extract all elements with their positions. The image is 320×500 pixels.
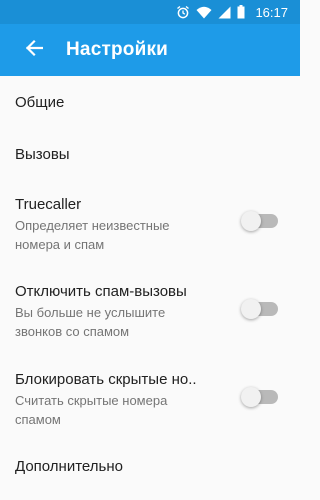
settings-item-general[interactable]: Общие bbox=[0, 94, 300, 111]
toggle-thumb bbox=[241, 387, 261, 407]
settings-item-title: Общие bbox=[15, 94, 65, 111]
truecaller-toggle[interactable] bbox=[241, 211, 278, 231]
app-bar: Настройки bbox=[0, 24, 300, 76]
settings-item-subtitle: Вы больше не услышите звонков со спамом bbox=[15, 305, 166, 339]
block-hidden-toggle[interactable] bbox=[241, 387, 278, 407]
settings-item-title: Вызовы bbox=[15, 146, 70, 163]
status-time: 16:17 bbox=[255, 4, 288, 20]
back-button[interactable] bbox=[10, 26, 58, 74]
arrow-back-icon bbox=[25, 39, 44, 62]
settings-list: Общие Вызовы Truecaller Определяет неизв… bbox=[0, 76, 300, 500]
settings-item-subtitle: Определяет неизвестные номера и спам bbox=[15, 218, 170, 252]
settings-item-subtitle: Считать скрытые номера спамом bbox=[15, 393, 168, 427]
settings-item-title: Блокировать скрытые но.. bbox=[15, 371, 197, 388]
wifi-icon bbox=[196, 6, 212, 19]
settings-item-calls[interactable]: Вызовы bbox=[0, 146, 300, 163]
toggle-thumb bbox=[241, 299, 261, 319]
settings-item-advanced[interactable]: Дополнительно bbox=[0, 458, 300, 475]
settings-item-title: Дополнительно bbox=[15, 458, 123, 475]
alarm-icon bbox=[176, 5, 190, 19]
settings-item-title: Отключить спам-вызовы bbox=[15, 283, 187, 300]
settings-item-title: Truecaller bbox=[15, 196, 82, 213]
battery-icon bbox=[237, 5, 245, 19]
status-bar: 16:17 bbox=[0, 0, 300, 24]
signal-icon bbox=[218, 6, 231, 19]
page-title: Настройки bbox=[66, 39, 169, 60]
mute-spam-toggle[interactable] bbox=[241, 299, 278, 319]
toggle-thumb bbox=[241, 211, 261, 231]
